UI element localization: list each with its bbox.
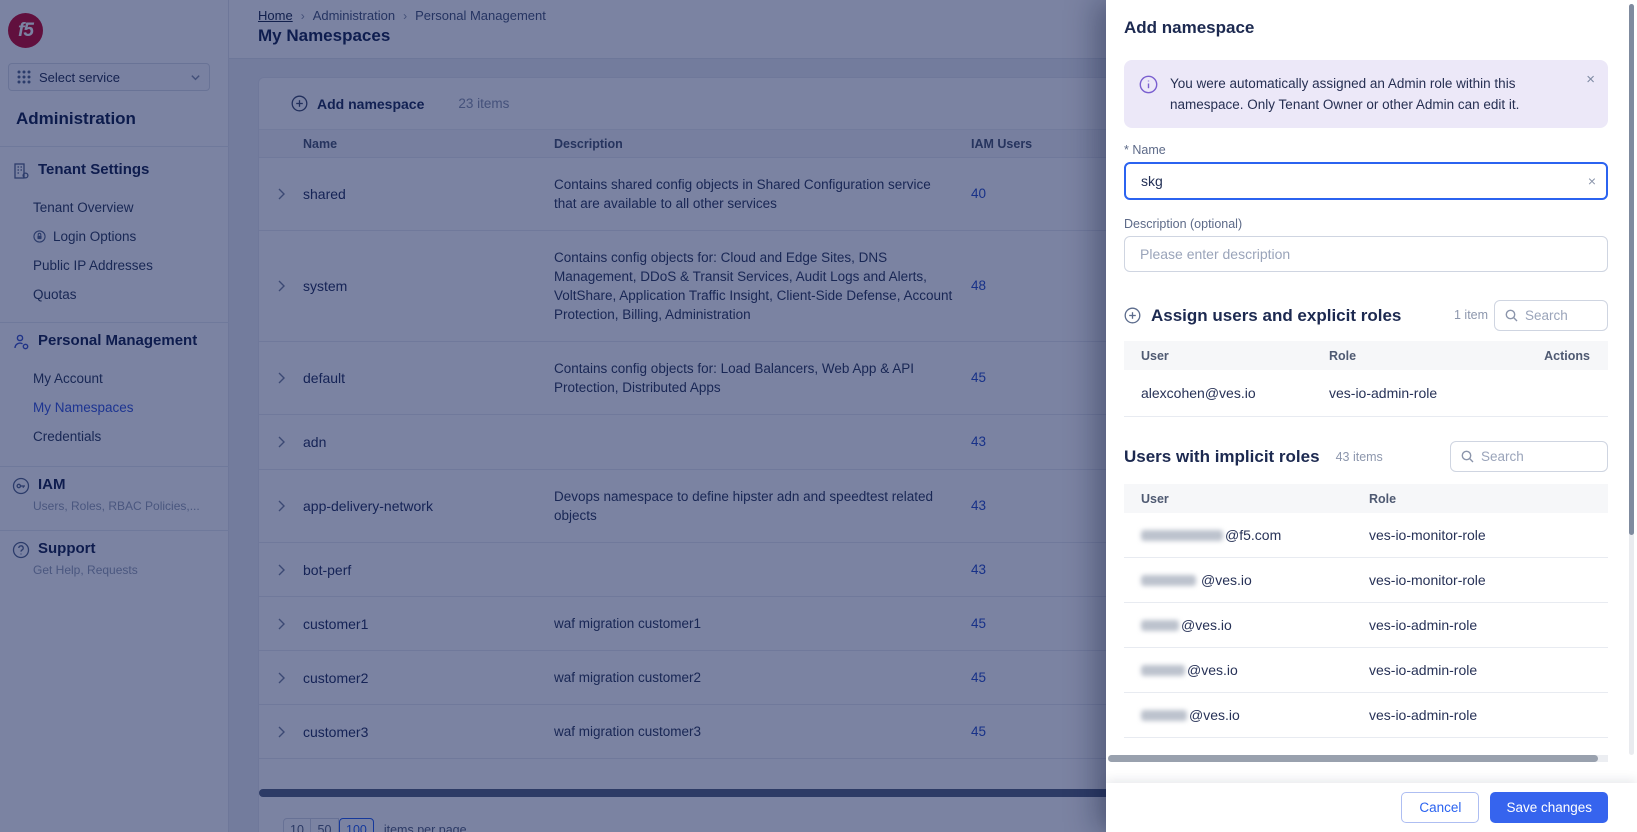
plus-circle-icon[interactable] [1124, 307, 1141, 324]
redacted-username [1141, 530, 1223, 541]
col-header-user: User [1124, 492, 1352, 506]
info-icon [1139, 75, 1158, 94]
table-header-row: User Role [1124, 484, 1608, 513]
description-input[interactable] [1124, 236, 1608, 272]
redacted-username [1141, 620, 1179, 631]
user-role: ves-io-admin-role [1352, 707, 1608, 723]
table-row: @ves.io ves-io-monitor-role [1124, 558, 1608, 603]
cancel-button[interactable]: Cancel [1401, 792, 1479, 823]
add-namespace-drawer: Add namespace You were automatically ass… [1106, 0, 1637, 832]
scrollbar-thumb[interactable] [1629, 4, 1634, 535]
user-role: ves-io-admin-role [1352, 617, 1608, 633]
implicit-roles-section-header: Users with implicit roles 43 items [1124, 441, 1608, 472]
table-row: @ves.io ves-io-admin-role [1124, 648, 1608, 693]
alert-close-icon[interactable]: × [1586, 71, 1595, 88]
info-alert: You were automatically assigned an Admin… [1124, 60, 1608, 128]
user-domain: @ves.io [1201, 572, 1252, 588]
search-icon [1505, 309, 1518, 322]
table-row: @f5.com ves-io-monitor-role [1124, 513, 1608, 558]
drawer-content: Add namespace You were automatically ass… [1106, 0, 1608, 783]
redacted-username [1141, 710, 1187, 721]
explicit-search-input[interactable] [1525, 308, 1597, 323]
table-row: @ves.io ves-io-admin-role [1124, 603, 1608, 648]
name-field-label: * Name [1124, 143, 1608, 157]
drawer-horizontal-scrollbar[interactable] [1124, 755, 1608, 762]
implicit-roles-title: Users with implicit roles [1124, 447, 1320, 467]
user-email: alexcohen@ves.io [1124, 385, 1312, 401]
user-domain: @ves.io [1181, 617, 1232, 633]
table-header-row: User Role Actions [1124, 341, 1608, 370]
user-domain: @ves.io [1189, 707, 1240, 723]
explicit-roles-table: User Role Actions alexcohen@ves.io ves-i… [1124, 341, 1608, 417]
clear-input-icon[interactable]: × [1588, 173, 1596, 189]
drawer-title: Add namespace [1124, 18, 1608, 38]
save-changes-button[interactable]: Save changes [1490, 792, 1608, 823]
col-header-user: User [1124, 349, 1312, 363]
scrollbar-thumb[interactable] [1108, 755, 1598, 762]
search-icon [1461, 450, 1474, 463]
description-field-label: Description (optional) [1124, 217, 1608, 231]
col-header-actions: Actions [1518, 349, 1608, 363]
drawer-vertical-scrollbar[interactable] [1629, 4, 1634, 755]
user-role: ves-io-monitor-role [1352, 572, 1608, 588]
user-domain: @f5.com [1225, 527, 1281, 543]
redacted-username [1141, 665, 1185, 676]
name-input[interactable] [1124, 162, 1608, 200]
table-row: alexcohen@ves.io ves-io-admin-role [1124, 370, 1608, 417]
drawer-footer: Cancel Save changes [1106, 783, 1637, 832]
redacted-username [1141, 575, 1196, 586]
user-domain: @ves.io [1187, 662, 1238, 678]
table-row: @ves.io ves-io-admin-role [1124, 693, 1608, 738]
alert-message: You were automatically assigned an Admin… [1170, 73, 1568, 115]
explicit-roles-search [1494, 300, 1608, 331]
user-role: ves-io-monitor-role [1352, 527, 1608, 543]
explicit-roles-section-header: Assign users and explicit roles 1 item [1124, 300, 1608, 331]
app-window: f5 Select service Administration Tenant … [0, 0, 1637, 832]
description-field-wrap [1124, 236, 1608, 272]
name-field-wrap: × [1124, 162, 1608, 200]
col-header-role: Role [1312, 349, 1518, 363]
explicit-roles-count: 1 item [1454, 308, 1494, 323]
implicit-search-input[interactable] [1481, 449, 1597, 464]
implicit-roles-table: User Role @f5.com ves-io-monitor-role @v… [1124, 484, 1608, 738]
implicit-roles-count: 43 items [1336, 450, 1383, 464]
user-role: ves-io-admin-role [1312, 385, 1518, 401]
col-header-role: Role [1352, 492, 1608, 506]
implicit-roles-search [1450, 441, 1608, 472]
modal-overlay[interactable] [0, 0, 1106, 832]
explicit-roles-title: Assign users and explicit roles [1151, 306, 1401, 326]
user-role: ves-io-admin-role [1352, 662, 1608, 678]
